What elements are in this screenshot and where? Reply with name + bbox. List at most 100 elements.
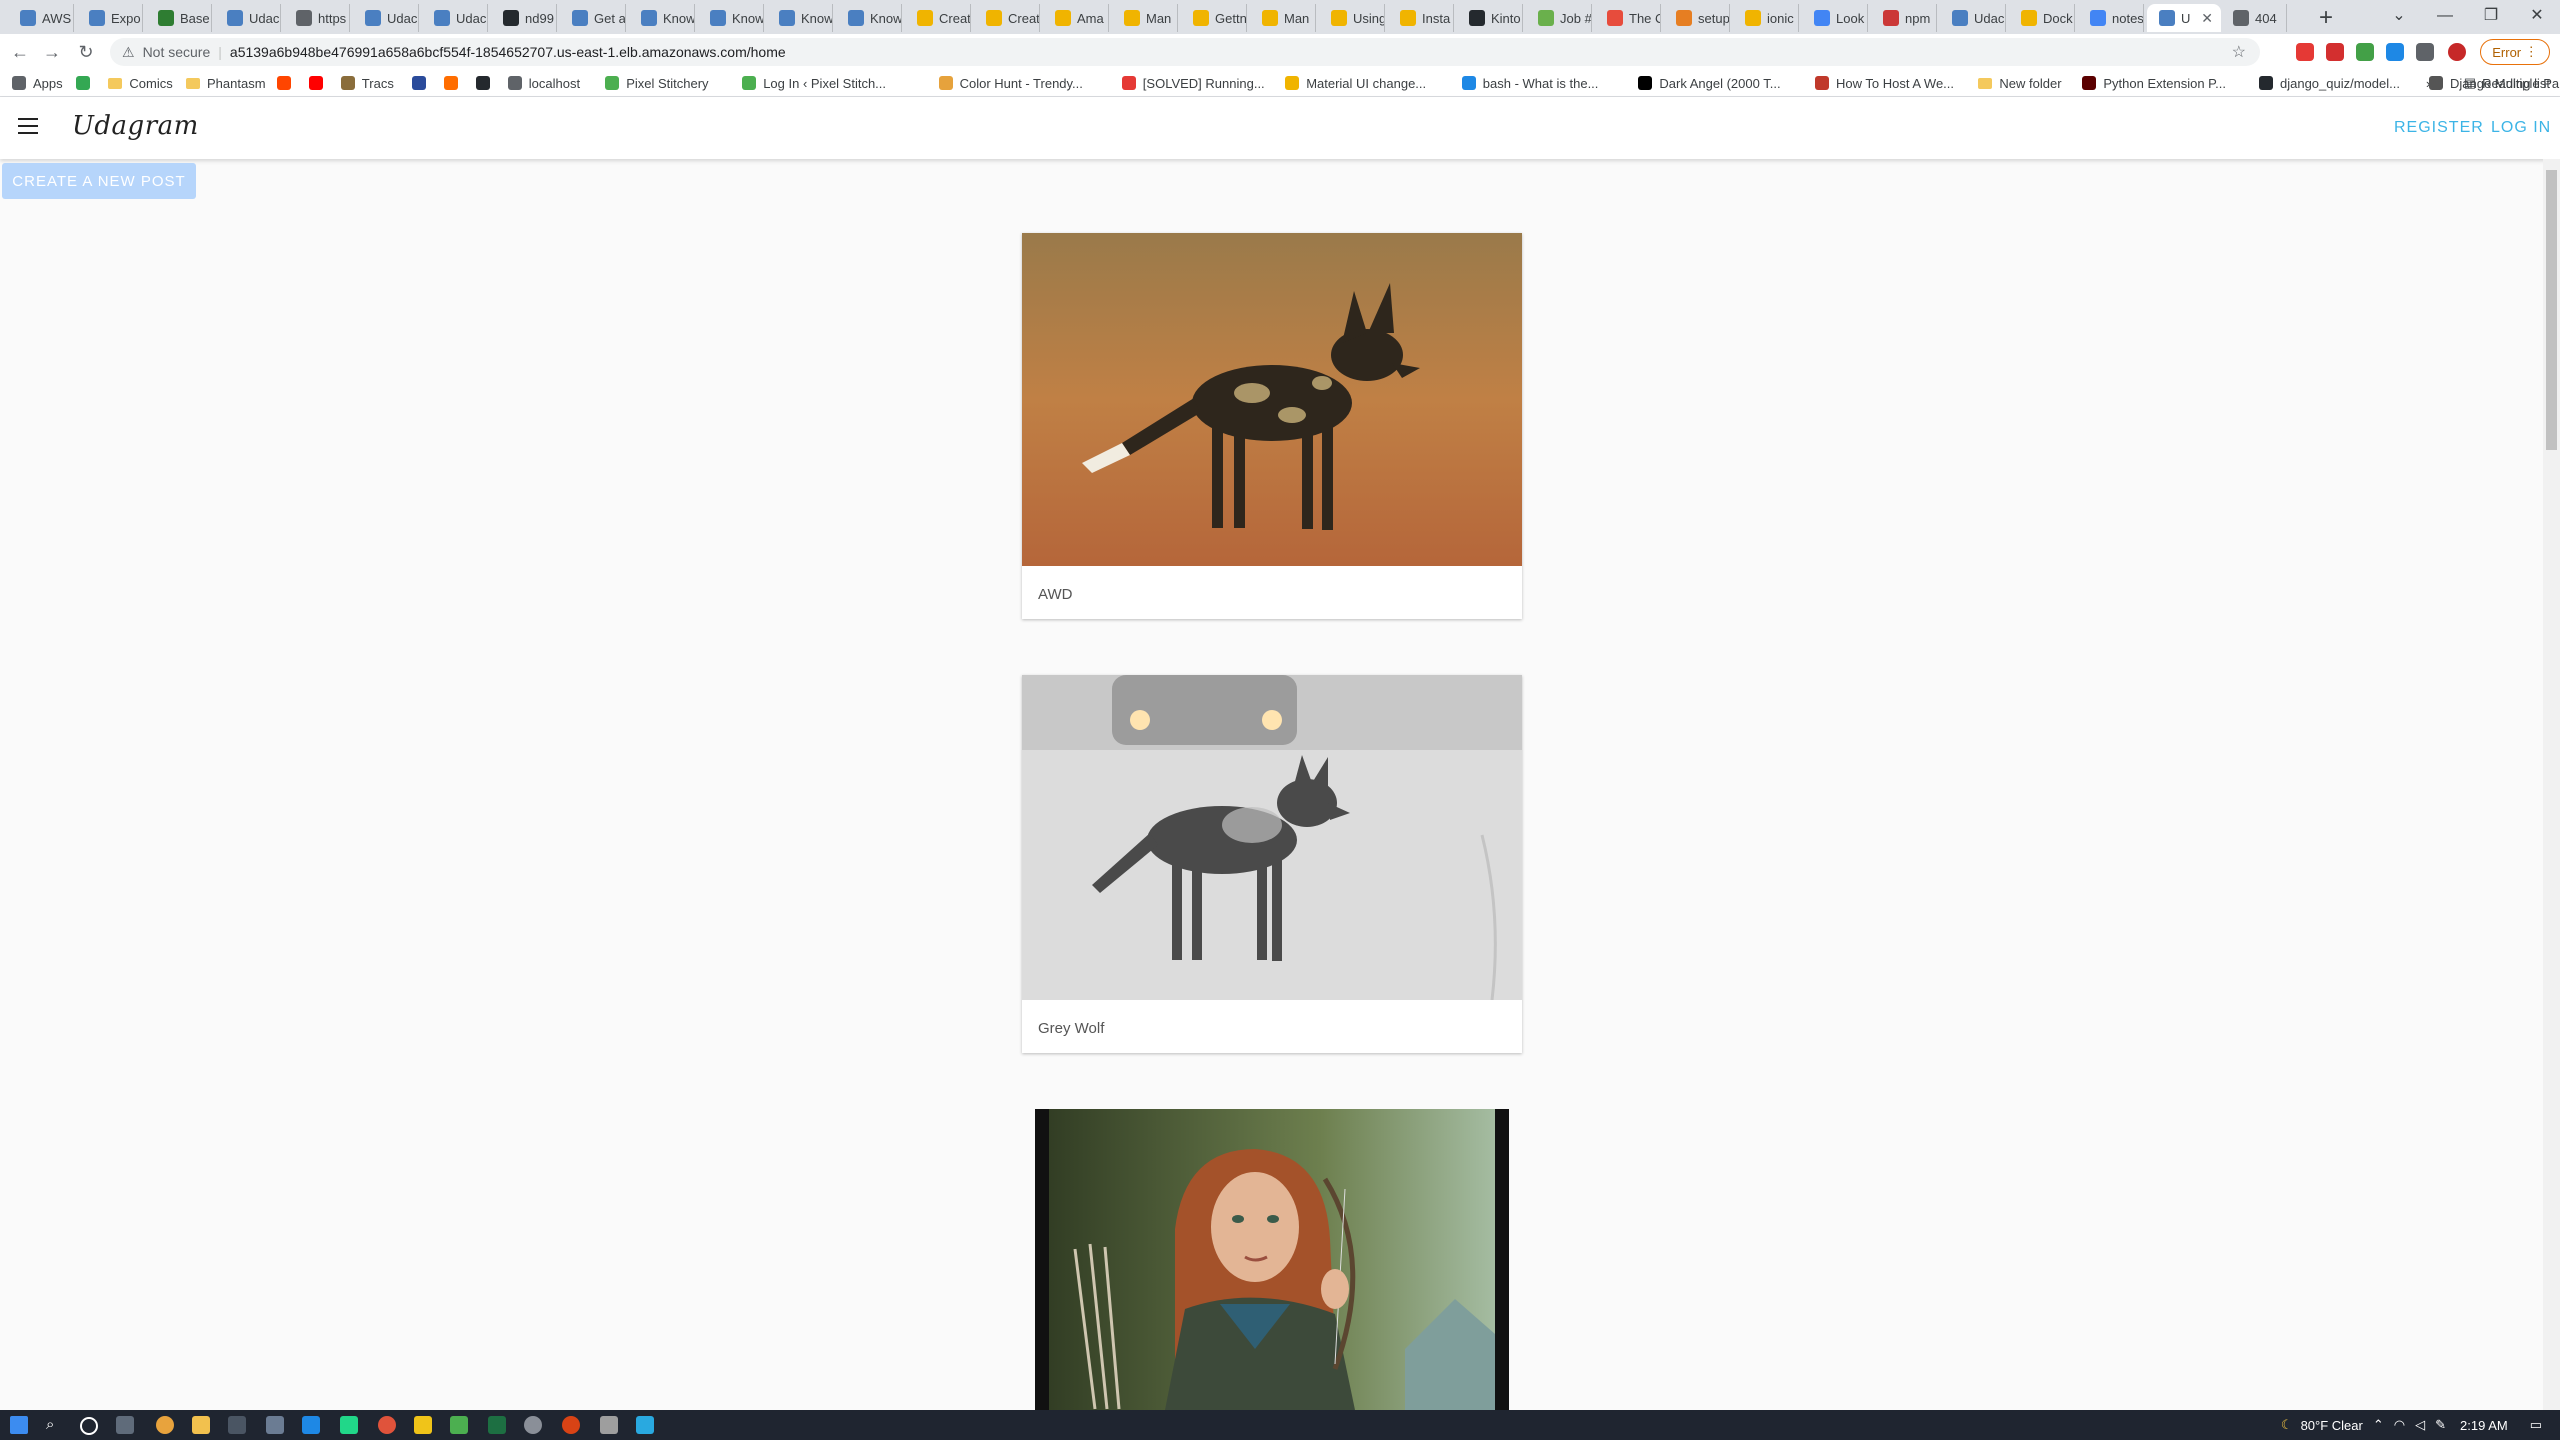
bookmark-item[interactable]: Django Multiple Pa... bbox=[2429, 73, 2560, 93]
avatar[interactable] bbox=[2448, 43, 2466, 61]
browser-tab[interactable]: Udac bbox=[353, 4, 419, 32]
bookmark-item[interactable] bbox=[308, 73, 330, 93]
bookmark-star-icon[interactable]: ☆ bbox=[2232, 42, 2246, 62]
bookmark-item[interactable]: bash - What is the... bbox=[1461, 73, 1598, 93]
app-icon[interactable] bbox=[414, 1416, 432, 1434]
volume-icon[interactable]: ◁ bbox=[2415, 1417, 2425, 1433]
app-icon[interactable] bbox=[524, 1416, 542, 1434]
browser-tab[interactable]: Creat bbox=[974, 4, 1040, 32]
bookmark-item[interactable]: Material UI change... bbox=[1285, 73, 1426, 93]
cortana-icon[interactable] bbox=[80, 1417, 98, 1435]
browser-tab[interactable]: Job # bbox=[1526, 4, 1592, 32]
new-tab-button[interactable]: + bbox=[2312, 4, 2340, 32]
browser-tab[interactable]: Know bbox=[629, 4, 695, 32]
chrome-icon[interactable] bbox=[156, 1416, 174, 1434]
bookmark-item[interactable] bbox=[443, 73, 465, 93]
menu-icon[interactable] bbox=[18, 118, 38, 134]
shield-extension-icon[interactable] bbox=[2356, 43, 2374, 61]
browser-tab[interactable]: Udac bbox=[215, 4, 281, 32]
browser-tab[interactable]: Kinto bbox=[1457, 4, 1523, 32]
bookmark-item[interactable]: Python Extension P... bbox=[2082, 73, 2226, 93]
browser-tab[interactable]: Expo bbox=[77, 4, 143, 32]
bookmark-item[interactable]: localhost bbox=[507, 73, 580, 93]
opera-extension-icon[interactable] bbox=[2296, 43, 2314, 61]
bookmark-item[interactable]: Apps bbox=[12, 73, 63, 93]
weather-text[interactable]: 80°F Clear bbox=[2301, 1418, 2363, 1433]
bookmark-item[interactable]: New folder bbox=[1978, 73, 2062, 93]
login-link[interactable]: LOG IN bbox=[2491, 119, 2551, 137]
browser-tab[interactable]: npm bbox=[1871, 4, 1937, 32]
notifications-icon[interactable]: ▭ bbox=[2530, 1417, 2542, 1433]
close-window-button[interactable]: ✕ bbox=[2514, 0, 2560, 34]
pen-icon[interactable]: ✎ bbox=[2435, 1417, 2446, 1433]
clock-time[interactable]: 2:19 AM bbox=[2460, 1418, 2508, 1433]
notes-icon[interactable] bbox=[450, 1416, 468, 1434]
task-view-icon[interactable] bbox=[116, 1416, 134, 1434]
bookmark-item[interactable] bbox=[76, 73, 97, 93]
bookmark-item[interactable] bbox=[411, 73, 433, 93]
bookmark-item[interactable]: How To Host A We... bbox=[1815, 73, 1954, 93]
puzzle-icon[interactable] bbox=[2416, 43, 2434, 61]
bookmark-item[interactable] bbox=[475, 73, 497, 93]
bookmark-item[interactable]: django_quiz/model... bbox=[2259, 73, 2400, 93]
network-icon[interactable]: ◠ bbox=[2394, 1417, 2405, 1433]
pycharm-icon[interactable] bbox=[340, 1416, 358, 1434]
app-icon[interactable] bbox=[266, 1416, 284, 1434]
browser-tab[interactable]: Gettn bbox=[1181, 4, 1247, 32]
tray-chevron-icon[interactable]: ⌃ bbox=[2373, 1417, 2384, 1433]
terminal-icon[interactable] bbox=[228, 1416, 246, 1434]
browser-tab[interactable]: Dock bbox=[2009, 4, 2075, 32]
browser-tab[interactable]: The C bbox=[1595, 4, 1661, 32]
close-tab-icon[interactable]: ✕ bbox=[2201, 10, 2213, 27]
bookmark-item[interactable]: Tracs bbox=[340, 73, 394, 93]
tab-search-icon[interactable]: ⌄ bbox=[2376, 0, 2422, 34]
windows-start-icon[interactable] bbox=[10, 1416, 28, 1434]
browser-tab[interactable]: Insta bbox=[1388, 4, 1454, 32]
bookmark-item[interactable]: Color Hunt - Trendy... bbox=[938, 73, 1083, 93]
bookmark-item[interactable]: Phantasm bbox=[186, 73, 266, 93]
browser-tab[interactable]: Know bbox=[767, 4, 833, 32]
scrollbar-thumb[interactable] bbox=[2546, 170, 2557, 450]
bookmark-item[interactable]: Dark Angel (2000 T... bbox=[1638, 73, 1781, 93]
search-icon[interactable]: ⌕ bbox=[46, 1416, 64, 1434]
address-bar[interactable]: ⚠ Not secure | a5139a6b948be476991a658a6… bbox=[110, 38, 2260, 66]
error-button[interactable]: Error ⋮ bbox=[2480, 39, 2550, 65]
browser-tab[interactable]: Man bbox=[1250, 4, 1316, 32]
browser-tab[interactable]: Base bbox=[146, 4, 212, 32]
bookmark-item[interactable]: Pixel Stitchery bbox=[605, 73, 709, 93]
browser-tab[interactable]: ionic bbox=[1733, 4, 1799, 32]
chrome-icon[interactable] bbox=[562, 1416, 580, 1434]
minimize-button[interactable]: — bbox=[2422, 0, 2468, 34]
forward-icon[interactable]: → bbox=[40, 40, 64, 64]
browser-tab[interactable]: 404 bbox=[2221, 4, 2287, 32]
browser-tab[interactable]: setup bbox=[1664, 4, 1730, 32]
bookmark-item[interactable] bbox=[276, 73, 298, 93]
app-icon[interactable] bbox=[636, 1416, 654, 1434]
bookmark-item[interactable]: Comics bbox=[108, 73, 173, 93]
browser-tab[interactable]: Udac bbox=[1940, 4, 2006, 32]
create-post-button[interactable]: CREATE A NEW POST bbox=[2, 163, 196, 199]
browser-tab[interactable]: https bbox=[284, 4, 350, 32]
app-icon[interactable] bbox=[378, 1416, 396, 1434]
bookmark-item[interactable]: [SOLVED] Running... bbox=[1121, 73, 1265, 93]
security-label[interactable]: Not secure bbox=[143, 44, 211, 60]
browser-tab[interactable]: Get a bbox=[560, 4, 626, 32]
browser-tab[interactable]: Creat bbox=[905, 4, 971, 32]
extension-icon[interactable] bbox=[2326, 43, 2344, 61]
app-brand[interactable]: Udagram bbox=[72, 111, 199, 141]
browser-tab[interactable]: Know bbox=[836, 4, 902, 32]
browser-tab[interactable]: Using bbox=[1319, 4, 1385, 32]
browser-tab[interactable]: Look bbox=[1802, 4, 1868, 32]
reload-icon[interactable]: ↻ bbox=[74, 40, 98, 64]
app-icon[interactable] bbox=[600, 1416, 618, 1434]
register-link[interactable]: REGISTER bbox=[2394, 119, 2484, 137]
browser-tab[interactable]: nd99 bbox=[491, 4, 557, 32]
browser-tab[interactable]: AWS bbox=[8, 4, 74, 32]
file-explorer-icon[interactable] bbox=[192, 1416, 210, 1434]
browser-tab[interactable]: Ama bbox=[1043, 4, 1109, 32]
browser-tab[interactable]: notes bbox=[2078, 4, 2144, 32]
vscode-icon[interactable] bbox=[302, 1416, 320, 1434]
browser-tab[interactable]: Man bbox=[1112, 4, 1178, 32]
back-icon[interactable]: ← bbox=[8, 40, 32, 64]
url-text[interactable]: a5139a6b948be476991a658a6bcf554f-1854652… bbox=[230, 44, 786, 60]
